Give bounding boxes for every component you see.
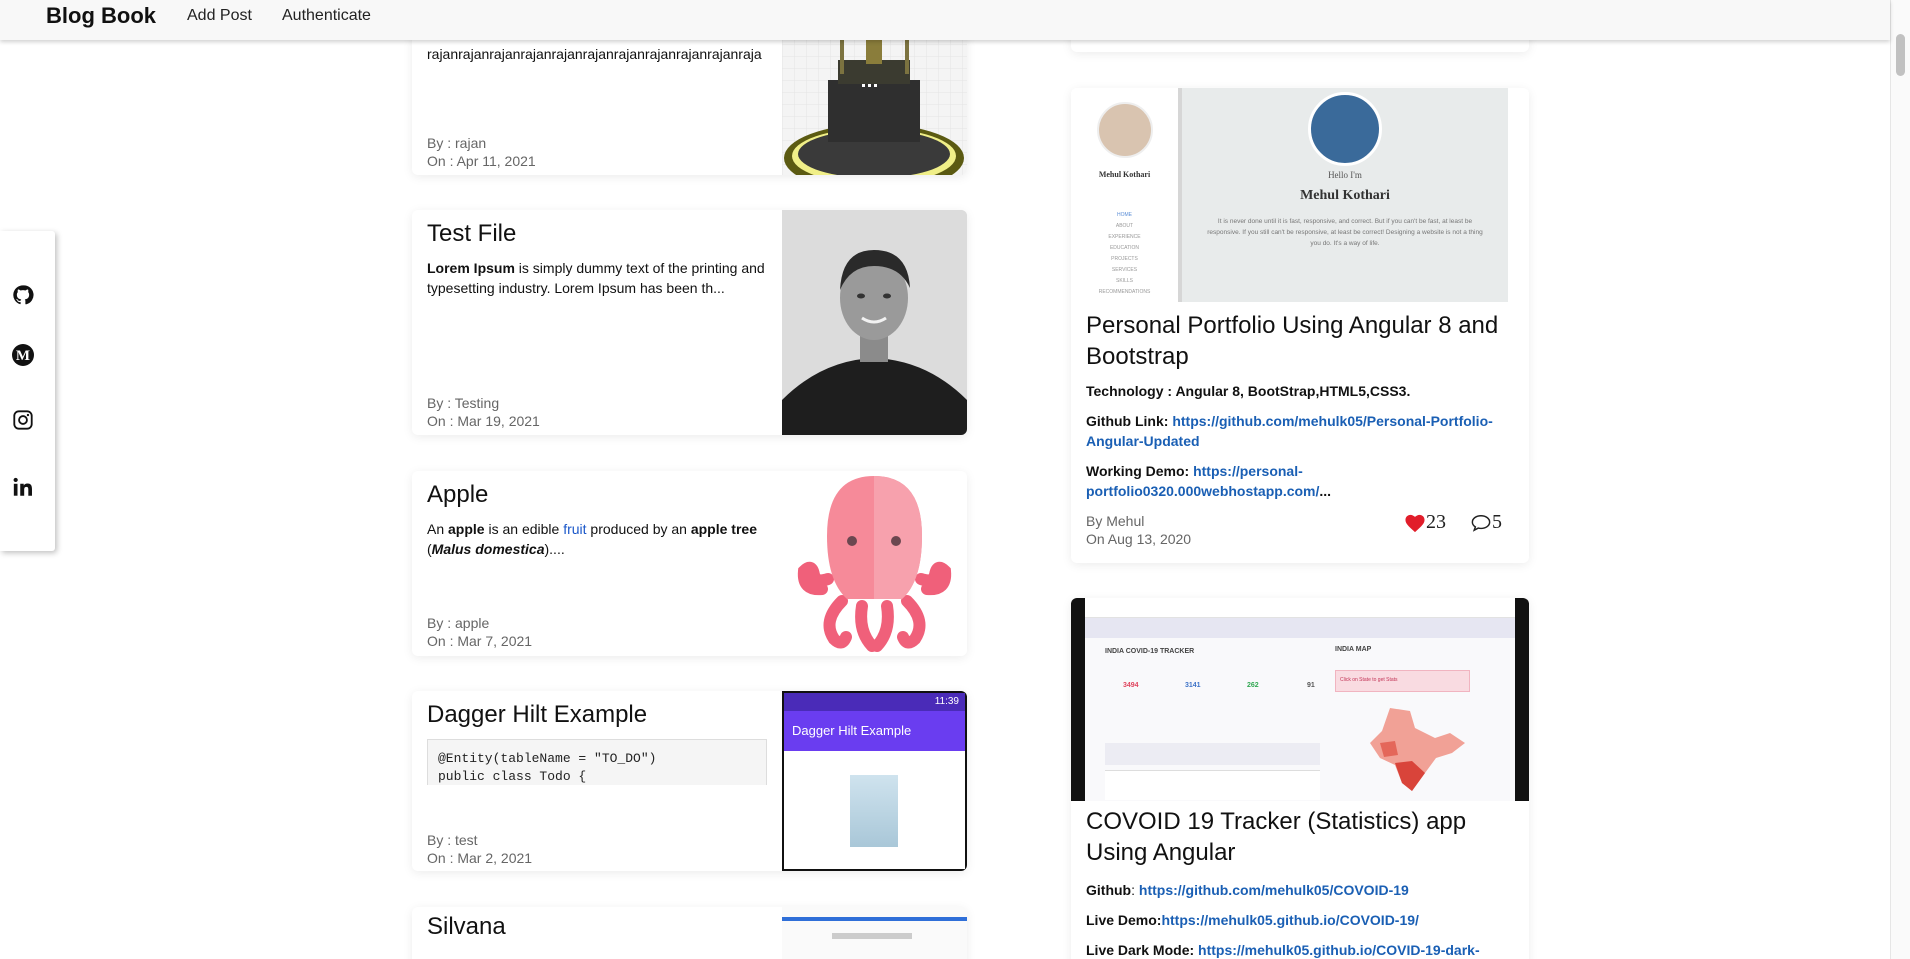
top-navbar: Blog Book Add Post Authenticate xyxy=(0,0,1890,40)
brand-logo[interactable]: Blog Book xyxy=(46,3,156,29)
post-author: By : Testing xyxy=(427,395,500,411)
fruit-link[interactable]: fruit xyxy=(563,521,586,537)
project-card-portfolio[interactable]: Mehul Kothari HOME ABOUT EXPERIENCE EDUC… xyxy=(1071,88,1529,563)
linkedin-icon[interactable] xyxy=(10,474,36,500)
post-card-apple[interactable]: Apple An apple is an edible fruit produc… xyxy=(412,471,967,656)
medium-icon[interactable]: M xyxy=(10,342,36,368)
heart-icon[interactable] xyxy=(1404,513,1426,533)
project-card-covid-tracker[interactable]: INDIA COVID-19 TRACKER INDIA MAP 3494 31… xyxy=(1071,598,1529,959)
scrollbar-thumb[interactable] xyxy=(1896,34,1905,76)
post-author: By : apple xyxy=(427,615,490,631)
post-date: On : Mar 19, 2021 xyxy=(427,413,540,429)
post-author: By : test xyxy=(427,832,478,848)
post-title[interactable]: Dagger Hilt Example xyxy=(427,701,647,729)
project-technology: Technology : Angular 8, BootStrap,HTML5,… xyxy=(1086,383,1411,399)
status-bar: 11:39 xyxy=(784,693,965,711)
phone-image xyxy=(850,775,898,847)
post-title[interactable]: Test File xyxy=(427,220,516,248)
instagram-icon[interactable] xyxy=(10,407,36,433)
project-github-link-line: Github Link: https://github.com/mehulk05… xyxy=(1086,413,1493,449)
project-author: By Mehul xyxy=(1086,513,1145,529)
likes-counter[interactable]: 23 xyxy=(1404,511,1446,534)
page-scrollbar[interactable] xyxy=(1890,0,1910,959)
project-title[interactable]: COVOID 19 Tracker (Statistics) app Using… xyxy=(1086,806,1516,868)
app-toolbar: Dagger Hilt Example xyxy=(784,711,965,751)
code-snippet: @Entity(tableName = "TO_DO") public class… xyxy=(427,739,767,785)
post-date: On : Mar 7, 2021 xyxy=(427,633,533,649)
comment-icon[interactable] xyxy=(1470,513,1492,533)
comments-counter[interactable]: 5 xyxy=(1470,511,1502,534)
project-title[interactable]: Personal Portfolio Using Angular 8 and B… xyxy=(1086,310,1516,372)
covid-preview-image: INDIA COVID-19 TRACKER INDIA MAP 3494 31… xyxy=(1071,598,1529,801)
post-date: On : Mar 2, 2021 xyxy=(427,850,533,866)
project-github-line: Github: https://github.com/mehulk05/COVO… xyxy=(1086,882,1409,898)
phone-screenshot-thumbnail: 11:39 Dagger Hilt Example xyxy=(782,691,967,871)
post-title[interactable]: Apple xyxy=(427,481,488,509)
dark-mode-link[interactable]: https://mehulk05.github.io/COVID-19-dark… xyxy=(1198,942,1480,958)
post-author: By : rajan xyxy=(427,135,487,151)
post-excerpt: An apple is an edible fruit produced by … xyxy=(427,521,757,557)
github-icon[interactable] xyxy=(10,282,36,308)
post-card-silvana[interactable]: Silvana xyxy=(412,907,967,959)
octopus-thumbnail xyxy=(782,471,967,656)
github-link[interactable]: https://github.com/mehulk05/COVOID-19 xyxy=(1139,882,1409,898)
live-demo-link[interactable]: https://mehulk05.github.io/COVOID-19/ xyxy=(1161,912,1418,928)
project-demo-link-line: Working Demo: https://personal-portfolio… xyxy=(1086,463,1332,499)
portfolio-preview-image: Mehul Kothari HOME ABOUT EXPERIENCE EDUC… xyxy=(1071,88,1529,302)
post-thumbnail xyxy=(782,907,967,959)
project-dark-mode-line: Live Dark Mode: https://mehulk05.github.… xyxy=(1086,942,1480,958)
post-date: On : Apr 11, 2021 xyxy=(427,153,536,169)
post-card-rajan[interactable]: rajanrajanrajanrajanrajanrajanrajanrajan… xyxy=(412,20,967,175)
svg-text:M: M xyxy=(16,348,30,364)
project-date: On Aug 13, 2020 xyxy=(1086,531,1192,547)
post-excerpt: rajanrajanrajanrajanrajanrajanrajanrajan… xyxy=(427,46,762,62)
post-thumbnail xyxy=(782,20,967,175)
post-excerpt: Lorem Ipsum is simply dummy text of the … xyxy=(427,258,772,298)
social-sidebar: M xyxy=(0,231,55,551)
post-card-dagger-hilt[interactable]: Dagger Hilt Example @Entity(tableName = … xyxy=(412,691,967,871)
nav-add-post[interactable]: Add Post xyxy=(187,7,252,25)
project-live-demo-line: Live Demo:https://mehulk05.github.io/COV… xyxy=(1086,912,1419,928)
post-card-test-file[interactable]: Test File Lorem Ipsum is simply dummy te… xyxy=(412,210,967,435)
post-thumbnail xyxy=(782,210,967,435)
post-title[interactable]: Silvana xyxy=(427,913,506,941)
excerpt-bold: Lorem Ipsum xyxy=(427,260,515,276)
nav-authenticate[interactable]: Authenticate xyxy=(282,7,371,25)
